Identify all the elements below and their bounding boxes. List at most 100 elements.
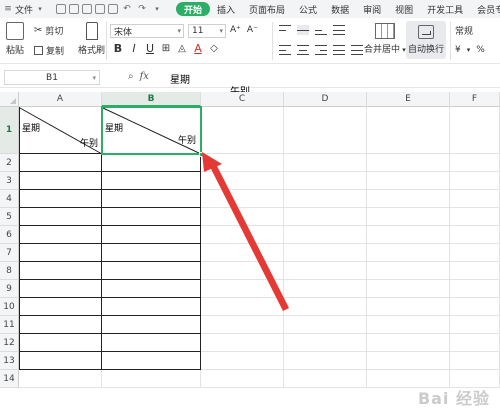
file-menu[interactable]: ≡ 文件 ▾ <box>2 3 46 16</box>
grid-cell[interactable] <box>367 154 450 172</box>
grid-cell[interactable] <box>450 226 500 244</box>
row-header-8[interactable]: 8 <box>0 262 19 280</box>
grid-cell[interactable] <box>450 334 500 352</box>
tab-member[interactable]: 会员专 <box>470 2 500 16</box>
number-format-select[interactable]: 常规 <box>455 24 473 37</box>
row-header-5[interactable]: 5 <box>0 208 19 226</box>
grid-cell[interactable] <box>284 352 367 370</box>
grid-cell[interactable] <box>367 298 450 316</box>
grid-cell[interactable] <box>367 334 450 352</box>
grid-cell[interactable] <box>102 208 201 226</box>
grid-cell[interactable] <box>201 172 284 190</box>
distributed-icon[interactable] <box>351 45 363 55</box>
column-header-b[interactable]: B <box>102 92 201 107</box>
row-header-7[interactable]: 7 <box>0 244 19 262</box>
name-box[interactable]: B1 ▾ <box>4 70 100 85</box>
undo-icon[interactable]: ↶ <box>121 3 133 15</box>
grid-cell[interactable] <box>450 107 500 154</box>
grid-cell[interactable] <box>284 370 367 388</box>
row-header-11[interactable]: 11 <box>0 316 19 334</box>
column-header-c[interactable]: C <box>201 92 284 107</box>
grid-cell[interactable] <box>367 316 450 334</box>
align-bottom-icon[interactable] <box>315 25 327 35</box>
grid-cell[interactable] <box>450 172 500 190</box>
grid-cell[interactable] <box>284 262 367 280</box>
grid-cell[interactable] <box>19 208 102 226</box>
row-header-13[interactable]: 13 <box>0 352 19 370</box>
grid-cell[interactable] <box>450 298 500 316</box>
save-icon[interactable] <box>56 4 67 14</box>
a1-period-text[interactable]: 午别 <box>80 136 98 149</box>
grid-cell[interactable] <box>102 316 201 334</box>
grid-cell[interactable] <box>102 244 201 262</box>
grid-cell[interactable] <box>201 298 284 316</box>
grid-cell[interactable] <box>19 154 102 172</box>
grid-cell[interactable] <box>102 352 201 370</box>
row-header-12[interactable]: 12 <box>0 334 19 352</box>
grid-cell[interactable] <box>19 352 102 370</box>
italic-button[interactable]: I <box>126 42 142 55</box>
underline-button[interactable]: U <box>142 42 158 55</box>
font-name-select[interactable]: 宋体 ▾ <box>110 24 184 38</box>
grid-cell[interactable] <box>19 280 102 298</box>
grid-cell[interactable] <box>367 107 450 154</box>
cut-button[interactable]: ✂ 剪切 <box>34 24 63 37</box>
grid-cell[interactable] <box>201 107 284 154</box>
grid-cell[interactable] <box>367 190 450 208</box>
row-header-14[interactable]: 14 <box>0 370 19 388</box>
print-icon[interactable] <box>82 4 93 14</box>
column-header-d[interactable]: D <box>284 92 367 107</box>
align-middle-icon[interactable] <box>297 25 309 35</box>
grid-cell[interactable] <box>201 370 284 388</box>
active-cell-b1[interactable] <box>101 106 202 155</box>
grid-cell[interactable] <box>19 262 102 280</box>
grid-cell[interactable] <box>201 334 284 352</box>
format-painter-button[interactable]: 格式刷 <box>78 22 105 56</box>
currency-icon[interactable]: ¥ <box>455 45 461 55</box>
grid-cell[interactable] <box>201 208 284 226</box>
open-icon[interactable] <box>69 4 80 14</box>
formula-content[interactable]: 星期 <box>170 71 190 86</box>
grid-cell[interactable] <box>201 244 284 262</box>
grid-cell[interactable] <box>367 226 450 244</box>
font-size-select[interactable]: 11 ▾ <box>188 24 226 38</box>
merge-center-button[interactable]: 合并居中 ▾ <box>364 23 406 55</box>
grid-cell[interactable] <box>19 370 102 388</box>
grid-cell[interactable] <box>19 316 102 334</box>
grid-cell[interactable] <box>284 334 367 352</box>
grid-cell[interactable] <box>201 190 284 208</box>
print-preview-icon[interactable] <box>95 4 106 14</box>
row-header-2[interactable]: 2 <box>0 154 19 172</box>
column-header-e[interactable]: E <box>367 92 450 107</box>
grid-cell[interactable] <box>102 334 201 352</box>
grid-cell[interactable] <box>450 244 500 262</box>
a1-weekday-text[interactable]: 星期 <box>22 121 40 134</box>
align-center-icon[interactable] <box>297 45 309 55</box>
grid-cell[interactable] <box>19 244 102 262</box>
grid-cell[interactable] <box>201 352 284 370</box>
percent-icon[interactable]: % <box>476 45 485 55</box>
grid-cell[interactable] <box>450 262 500 280</box>
grid-cell[interactable] <box>102 370 201 388</box>
grid-cell[interactable] <box>102 226 201 244</box>
justify-icon[interactable] <box>333 45 345 55</box>
grid-cell[interactable] <box>19 334 102 352</box>
tab-page-layout[interactable]: 页面布局 <box>242 2 292 16</box>
tab-data[interactable]: 数据 <box>324 2 356 16</box>
grid-cell[interactable] <box>284 190 367 208</box>
grid-cell[interactable] <box>102 280 201 298</box>
align-top-icon[interactable] <box>279 25 291 35</box>
tab-home[interactable]: 开始 <box>176 2 211 16</box>
grid-cell[interactable] <box>19 172 102 190</box>
grid-cell[interactable] <box>450 190 500 208</box>
row-header-3[interactable]: 3 <box>0 172 19 190</box>
grid-cell[interactable] <box>284 107 367 154</box>
grid-cell[interactable] <box>19 190 102 208</box>
paste-button[interactable]: 粘贴 <box>6 22 24 56</box>
decrease-font-icon[interactable]: A⁻ <box>247 25 258 35</box>
grid-cell[interactable] <box>201 154 284 172</box>
more-icon[interactable]: ▾ <box>151 3 163 15</box>
grid-cell[interactable] <box>102 298 201 316</box>
fx-icon[interactable]: fx <box>140 71 149 82</box>
grid-cell[interactable] <box>102 190 201 208</box>
